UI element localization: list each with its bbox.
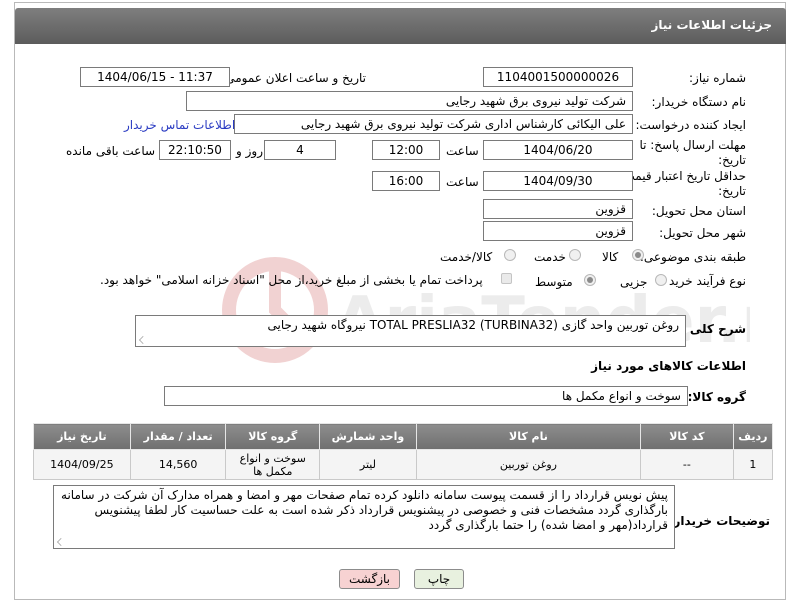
- resize-handle-icon[interactable]: [139, 336, 147, 344]
- category-label: طبقه بندی موضوعی:: [639, 250, 746, 264]
- category-radio-service[interactable]: [569, 249, 581, 261]
- remaining-label: ساعت باقی مانده: [66, 144, 156, 158]
- goods-table: ردیف کد کالا نام کالا واحد شمارش گروه کا…: [33, 423, 774, 480]
- col-need-date: تاریخ نیاز: [33, 423, 131, 450]
- province-field: قزوین: [483, 199, 633, 219]
- process-label: نوع فرآیند خرید :: [661, 274, 746, 288]
- cell-name: روغن توربین: [415, 449, 642, 480]
- validity-time-field: 16:00: [372, 171, 440, 191]
- city-field: قزوین: [483, 221, 633, 241]
- process-radio-minor[interactable]: [655, 274, 667, 286]
- process-radio-medium[interactable]: [584, 274, 596, 286]
- col-code: کد کالا: [640, 423, 734, 450]
- reply-time-label: ساعت: [446, 144, 479, 158]
- province-label: استان محل تحویل:: [651, 204, 746, 218]
- need-number-field: 1104001500000026: [483, 67, 633, 87]
- reply-date-field: 1404/06/20: [483, 140, 633, 160]
- cell-unit: لیتر: [319, 449, 417, 480]
- buyer-org-field: شرکت تولید نیروی برق شهید رجایی: [186, 91, 633, 111]
- remaining-time-field: 22:10:50: [159, 140, 231, 160]
- goods-table-header: ردیف کد کالا نام کالا واحد شمارش گروه کا…: [33, 423, 774, 450]
- buyer-org-label: نام دستگاه خریدار:: [651, 95, 747, 109]
- validity-date-field: 1404/09/30: [483, 171, 633, 191]
- col-name: نام کالا: [415, 423, 642, 450]
- category-option-both: کالا/خدمت: [440, 250, 493, 264]
- col-unit: واحد شمارش: [319, 423, 417, 450]
- reply-deadline-label: مهلت ارسال پاسخ: تا تاریخ:: [639, 138, 746, 167]
- treasury-payment-checkbox[interactable]: [501, 273, 512, 284]
- process-option-medium: متوسط: [535, 275, 573, 289]
- validity-time-label: ساعت: [446, 175, 479, 189]
- col-group: گروه کالا: [225, 423, 321, 450]
- panel-header: جزئیات اطلاعات نیاز: [15, 8, 786, 44]
- goods-group-field: سوخت و انواع مکمل ها: [164, 386, 688, 406]
- category-radio-goods[interactable]: [632, 249, 644, 261]
- category-option-goods: کالا: [602, 250, 619, 264]
- process-option-minor: جزیی: [620, 275, 648, 289]
- cell-need-date: 1404/09/25: [33, 449, 131, 480]
- cell-code: --: [640, 449, 734, 480]
- col-quantity: تعداد / مقدار: [129, 423, 227, 450]
- print-button[interactable]: چاپ: [414, 569, 464, 589]
- reply-time-field: 12:00: [372, 140, 440, 160]
- buyer-notes-text: پیش نویس قرارداد را از قسمت پیوست سامانه…: [61, 488, 668, 532]
- cell-group: سوخت و انواع مکمل ها: [225, 449, 321, 480]
- need-number-label: شماره نیاز:: [689, 71, 746, 85]
- treasury-payment-note: پرداخت تمام یا بخشی از مبلغ خرید،از محل …: [100, 273, 483, 287]
- panel-title: جزئیات اطلاعات نیاز: [651, 18, 772, 32]
- city-label: شهر محل تحویل:: [659, 226, 746, 240]
- creator-field: علی الیکائی کارشناس اداری شرکت تولید نیر…: [234, 114, 633, 134]
- announce-field: 1404/06/15 - 11:37: [80, 67, 230, 87]
- goods-section-title: اطلاعات کالاهای مورد نیاز: [591, 359, 746, 373]
- announce-label: تاریخ و ساعت اعلان عمومی:: [221, 71, 366, 85]
- table-row: 1 -- روغن توربین لیتر سوخت و انواع مکمل …: [33, 449, 774, 480]
- goods-group-label: گروه کالا:: [687, 390, 746, 404]
- cell-row: 1: [732, 449, 774, 480]
- resize-handle-icon[interactable]: [57, 538, 65, 546]
- description-text: روغن توربین واحد گازی TOTAL PRESLIA32 (T…: [267, 318, 679, 332]
- category-option-service: خدمت: [534, 250, 566, 264]
- back-button[interactable]: بازگشت: [339, 569, 400, 589]
- days-field: 4: [264, 140, 336, 160]
- cell-quantity: 14,560: [129, 449, 227, 480]
- col-row: ردیف: [732, 423, 774, 450]
- buyer-notes-field: پیش نویس قرارداد را از قسمت پیوست سامانه…: [53, 485, 675, 549]
- description-field: روغن توربین واحد گازی TOTAL PRESLIA32 (T…: [135, 315, 686, 347]
- buyer-notes-label: توضیحات خریدار:: [668, 514, 770, 528]
- creator-label: ایجاد کننده درخواست:: [635, 118, 746, 132]
- buyer-contact-link[interactable]: اطلاعات تماس خریدار: [124, 118, 235, 132]
- category-radio-both[interactable]: [504, 249, 516, 261]
- days-label: روز و: [236, 144, 263, 158]
